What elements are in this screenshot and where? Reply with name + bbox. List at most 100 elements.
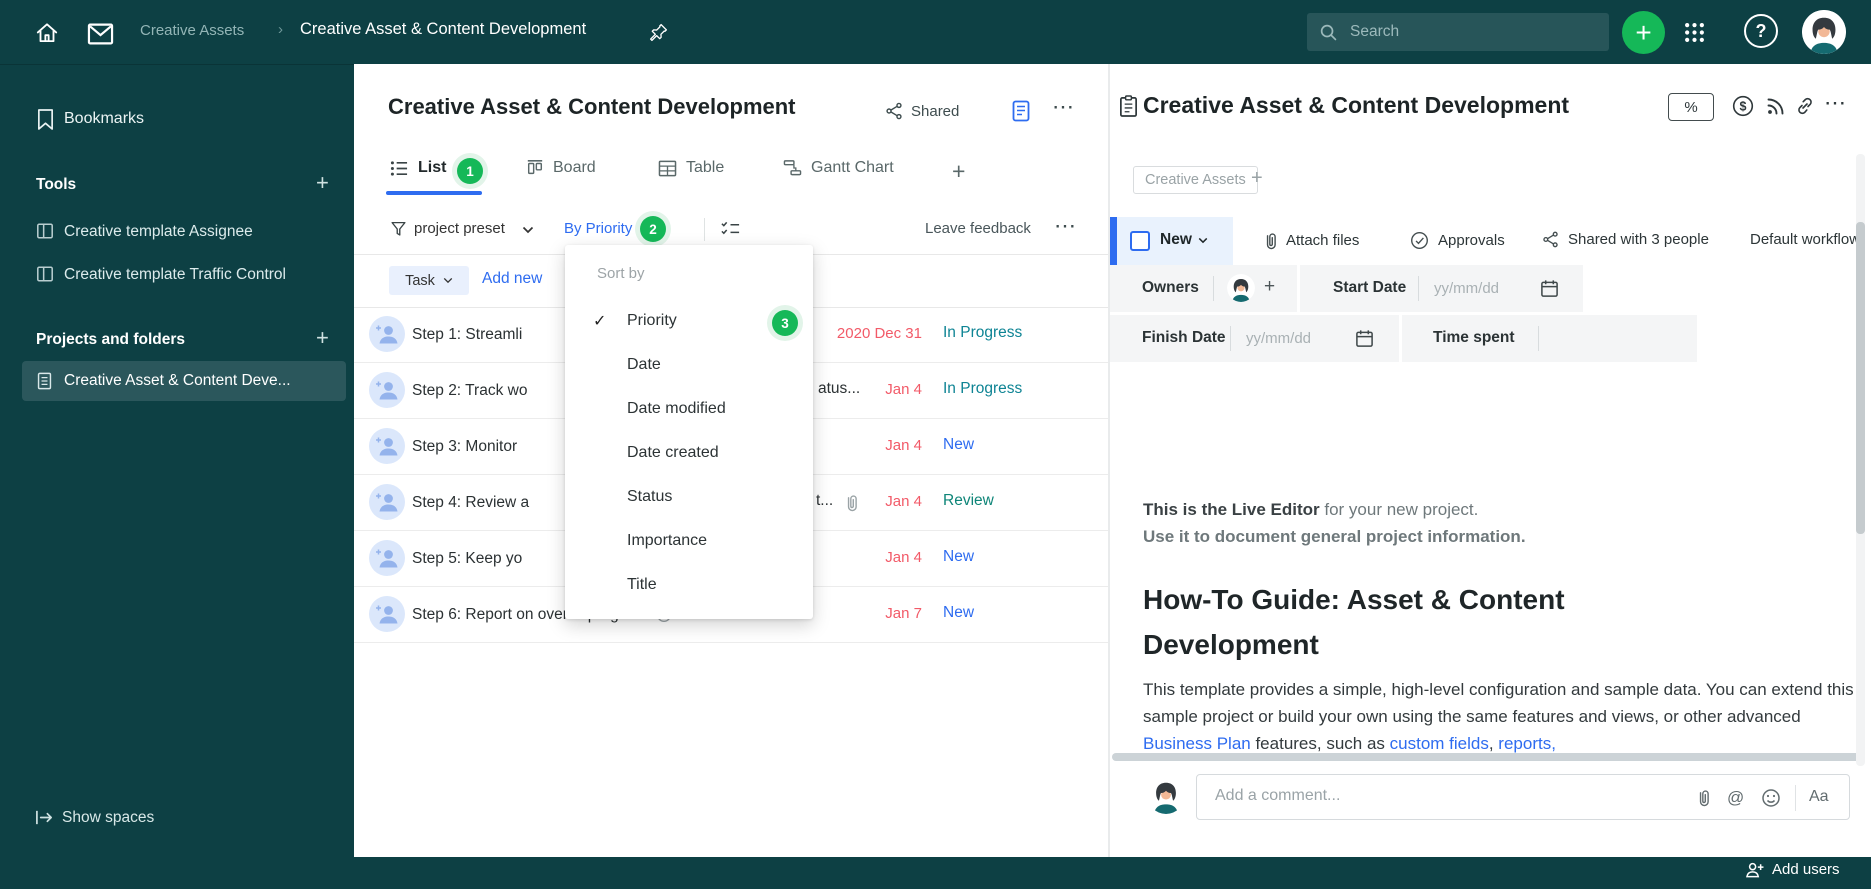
finish-date-placeholder[interactable]: yy/mm/dd (1246, 330, 1311, 347)
task-title[interactable]: Step 4: Review a (412, 494, 529, 512)
search-box[interactable] (1307, 13, 1609, 51)
sharing-button[interactable]: Shared with 3 people (1542, 231, 1709, 248)
sort-option-title[interactable]: Title (565, 565, 813, 609)
filter-funnel-icon[interactable] (390, 220, 407, 238)
calendar-icon[interactable] (1540, 279, 1559, 298)
show-spaces-button[interactable]: Show spaces (62, 809, 154, 827)
home-icon[interactable] (34, 20, 60, 46)
assignee-placeholder-icon[interactable] (369, 540, 405, 576)
reports-link[interactable]: reports, (1498, 734, 1556, 753)
task-status[interactable]: Review (943, 492, 994, 510)
task-title[interactable]: Step 5: Keep yo (412, 550, 522, 568)
calendar-icon[interactable] (1355, 329, 1374, 348)
attach-paperclip-icon[interactable] (1693, 788, 1710, 807)
add-users-button[interactable]: Add users (1744, 861, 1840, 878)
tab-board[interactable]: Board (526, 159, 596, 177)
owner-avatar[interactable] (1227, 274, 1255, 302)
task-title[interactable]: Step 3: Monitor (412, 438, 517, 456)
tab-table[interactable]: Table (658, 159, 724, 177)
task-status[interactable]: New (943, 548, 974, 566)
assignee-placeholder-icon[interactable] (369, 484, 405, 520)
add-owner-button[interactable]: + (1264, 276, 1275, 298)
task-status[interactable]: New (943, 436, 974, 454)
attach-files-button[interactable]: Attach files (1260, 231, 1359, 250)
add-tool-button[interactable]: + (316, 172, 329, 194)
assignee-placeholder-icon[interactable] (369, 596, 405, 632)
search-input[interactable] (1348, 22, 1582, 42)
business-plan-link[interactable]: Business Plan (1143, 734, 1251, 753)
s ort-option-status[interactable]: Status (565, 477, 813, 521)
owners-field[interactable]: Owners + (1110, 265, 1297, 312)
task-status[interactable]: In Progress (943, 324, 1022, 342)
custom-fields-link[interactable]: custom fields (1390, 734, 1489, 753)
leave-feedback-link[interactable]: Leave feedback (925, 220, 1031, 237)
sidebar-item-template-traffic-control[interactable]: Creative template Traffic Control (64, 266, 286, 284)
editor-paragraph[interactable]: This template provides a simple, high-le… (1143, 676, 1855, 757)
assignee-placeholder-icon[interactable] (369, 428, 405, 464)
item-type-dropdown[interactable]: Task (389, 266, 469, 295)
snippet-doc-icon[interactable] (1012, 100, 1030, 122)
editor-intro-line1[interactable]: This is the Live Editor for your new pro… (1143, 500, 1478, 520)
task-due-date[interactable]: Jan 4 (885, 493, 922, 510)
progress-percent-button[interactable]: % (1668, 93, 1714, 121)
mention-icon[interactable]: @ (1727, 788, 1744, 808)
new-item-section[interactable]: New (1117, 217, 1233, 265)
text-format-button[interactable]: Aa (1809, 788, 1829, 806)
sort-option-date[interactable]: Date (565, 345, 813, 389)
add-project-button[interactable]: + (316, 327, 329, 349)
comment-input-box[interactable]: @ Aa (1196, 774, 1850, 820)
task-due-date[interactable]: Jan 7 (885, 605, 922, 622)
permalink-icon[interactable] (1794, 95, 1816, 117)
vertical-scrollbar-thumb[interactable] (1856, 222, 1865, 534)
apps-grid-icon[interactable] (1684, 22, 1705, 43)
horizontal-scrollbar[interactable] (1112, 753, 1860, 761)
parent-folder-tag[interactable]: Creative Assets (1133, 166, 1258, 194)
fields-settings-icon[interactable] (720, 220, 741, 238)
breadcrumb-parent[interactable]: Creative Assets (140, 22, 244, 39)
workflow-selector[interactable]: Default workflow (1750, 231, 1860, 248)
assignee-placeholder-icon[interactable] (369, 316, 405, 352)
editor-intro-line2[interactable]: Use it to document general project infor… (1143, 527, 1526, 547)
tab-gantt-chart[interactable]: Gantt Chart (783, 159, 894, 177)
task-due-date[interactable]: Jan 4 (885, 549, 922, 566)
add-view-button[interactable]: + (952, 158, 965, 185)
sidebar-item-current-project[interactable]: Creative Asset & Content Deve... (22, 361, 346, 401)
approvals-button[interactable]: Approvals (1410, 231, 1505, 250)
task-title[interactable]: Step 1: Streamli (412, 326, 522, 344)
time-spent-field[interactable]: Time spent (1402, 315, 1697, 362)
user-avatar[interactable] (1802, 10, 1846, 54)
sort-option-priority[interactable]: ✓ Priority 3 (565, 301, 813, 345)
comment-input[interactable] (1213, 786, 1657, 806)
task-title[interactable]: Step 2: Track wo (412, 382, 527, 400)
new-task-checkbox[interactable] (1130, 231, 1150, 251)
add-new-task-button[interactable]: Add new (482, 270, 542, 288)
create-new-button[interactable]: + (1622, 11, 1665, 54)
more-menu-icon[interactable]: ⋯ (1052, 94, 1074, 120)
sort-option-importance[interactable]: Importance (565, 521, 813, 565)
shared-button[interactable]: Shared (885, 102, 959, 120)
assignee-placeholder-icon[interactable] (369, 372, 405, 408)
pin-icon[interactable] (648, 22, 669, 43)
task-due-date[interactable]: Jan 4 (885, 381, 922, 398)
more-menu-icon[interactable]: ⋯ (1824, 90, 1846, 116)
task-status[interactable]: New (943, 604, 974, 622)
start-date-placeholder[interactable]: yy/mm/dd (1434, 280, 1499, 297)
sort-option-date-modified[interactable]: Date modified (565, 389, 813, 433)
editor-heading[interactable]: How-To Guide: Asset & Content Developmen… (1143, 577, 1663, 667)
sidebar-item-template-assignee[interactable]: Creative template Assignee (64, 223, 253, 241)
sort-by-button[interactable]: By Priority (564, 220, 632, 237)
more-menu-icon[interactable]: ⋯ (1054, 213, 1076, 239)
preset-dropdown[interactable]: project preset (414, 220, 505, 237)
sort-option-date-created[interactable]: Date created (565, 433, 813, 477)
sidebar-item-bookmarks[interactable]: Bookmarks (64, 110, 144, 128)
feed-icon[interactable] (1765, 95, 1787, 117)
emoji-icon[interactable] (1761, 788, 1781, 808)
help-button[interactable]: ? (1744, 14, 1778, 48)
finish-date-field[interactable]: Finish Date yy/mm/dd (1110, 315, 1399, 362)
inbox-mail-icon[interactable] (86, 23, 115, 45)
tab-list[interactable]: List (390, 159, 446, 177)
budget-dollar-icon[interactable]: $ (1732, 95, 1754, 117)
task-due-date[interactable]: Jan 4 (885, 437, 922, 454)
add-tag-button[interactable]: + (1251, 167, 1263, 190)
task-due-date[interactable]: 2020 Dec 31 (837, 325, 922, 342)
